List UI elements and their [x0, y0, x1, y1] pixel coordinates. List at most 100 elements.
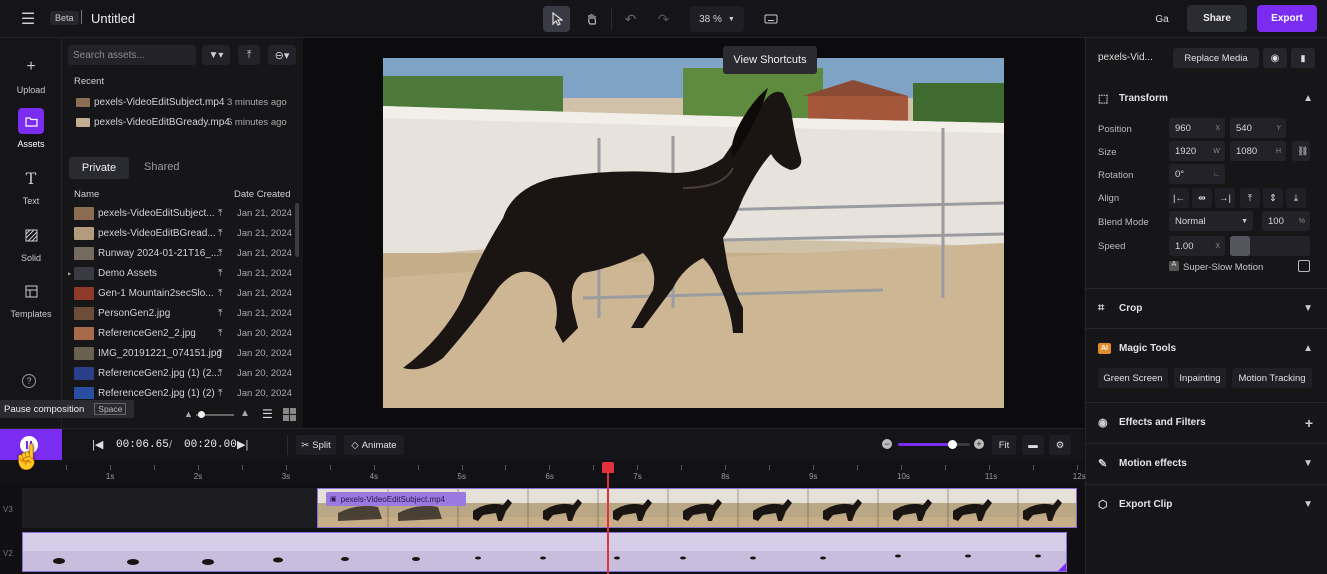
list-item[interactable]: pexels-VideoEditSubject... ⤒ Jan 21, 2024	[68, 203, 296, 223]
clip-background[interactable]	[22, 532, 1067, 572]
list-item[interactable]: ReferenceGen2.jpg (1) (2) ⤒ Jan 20, 2024	[68, 383, 296, 399]
export-clip-section-header[interactable]: ⬡ Export Clip ▼	[1086, 484, 1327, 524]
size-h-field[interactable]: 1080 H	[1230, 141, 1286, 161]
field-value: 540	[1236, 122, 1252, 134]
list-item[interactable]: IMG_20191221_074151.jpg ⤒ Jan 20, 2024	[68, 343, 296, 363]
keyboard-icon[interactable]	[757, 6, 784, 32]
blend-mode-label: Blend Mode	[1098, 217, 1149, 228]
blend-mode-select[interactable]: Normal ▼	[1169, 211, 1253, 231]
list-item[interactable]: Gen-1 Mountain2secSlo... ⤒ Jan 21, 2024	[68, 283, 296, 303]
green-screen-button[interactable]: Green Screen	[1098, 368, 1168, 388]
recent-item[interactable]: pexels-VideoEditBGready.mp4 6 minutes ag…	[76, 112, 306, 132]
redo-icon[interactable]: ↷	[650, 6, 677, 32]
grid-view-icon[interactable]	[283, 408, 296, 421]
rail-text[interactable]: T Text	[0, 165, 62, 207]
position-label: Position	[1098, 124, 1132, 135]
share-button[interactable]: Share	[1187, 5, 1247, 32]
effects-section-header[interactable]: ◉ Effects and Filters +	[1086, 402, 1327, 442]
filter-icon[interactable]: ▼▾	[202, 45, 230, 65]
speed-slider[interactable]	[1230, 236, 1310, 256]
settings-gear-icon[interactable]: ⚙	[1049, 435, 1071, 455]
playhead-handle[interactable]	[602, 462, 614, 473]
align-right-icon[interactable]: →|	[1215, 188, 1235, 208]
recent-item[interactable]: pexels-VideoEditSubject.mp4 3 minutes ag…	[76, 92, 306, 112]
crop-section-header[interactable]: ⌗ Crop ▼	[1086, 288, 1327, 328]
scrollbar[interactable]	[295, 203, 299, 257]
motion-effects-section-header[interactable]: ✎ Motion effects ▼	[1086, 443, 1327, 483]
track-label-v3: V3	[3, 505, 13, 514]
motion-tracking-button[interactable]: Motion Tracking	[1232, 368, 1312, 388]
position-x-field[interactable]: 960 X	[1169, 118, 1225, 138]
playhead[interactable]	[602, 462, 614, 574]
chevron-right-icon[interactable]: ▶	[68, 269, 71, 278]
clip-subject[interactable]: ▣ pexels-VideoEditSubject.mp4	[317, 488, 1077, 528]
avatar[interactable]: Ga	[1150, 7, 1174, 31]
tab-shared[interactable]: Shared	[144, 161, 179, 173]
export-button[interactable]: Export	[1257, 5, 1317, 32]
speed-field[interactable]: 1.00 X	[1169, 236, 1225, 256]
zoom-select[interactable]: 38 % ▼	[690, 6, 744, 32]
skip-back-icon[interactable]: |◀	[92, 438, 103, 451]
list-item[interactable]: ▶ Demo Assets ⤒ Jan 21, 2024	[68, 263, 296, 283]
timeline-zoom-slider[interactable]	[898, 440, 970, 449]
rail-templates[interactable]: Templates	[0, 278, 62, 319]
select-tool-icon[interactable]	[543, 6, 570, 32]
tab-private[interactable]: Private	[69, 157, 129, 179]
magic-tools-section-header[interactable]: AI Magic Tools ▲	[1086, 328, 1327, 368]
rail-upload[interactable]: + Upload	[0, 54, 62, 95]
timeline-ruler[interactable]: 1s 2s 3s 4s 5s 6s 7s 8s 9s 10s 11s 12s	[0, 460, 1086, 486]
animate-button[interactable]: ◇ Animate	[344, 435, 404, 455]
file-name: ReferenceGen2.jpg (1) (2)	[98, 387, 215, 399]
replace-media-button[interactable]: Replace Media	[1173, 48, 1259, 68]
size-w-field[interactable]: 1920 W	[1169, 141, 1225, 161]
list-item[interactable]: pexels-VideoEditBGread... ⤒ Jan 21, 2024	[68, 223, 296, 243]
undo-icon[interactable]: ↶	[617, 6, 644, 32]
rail-solid[interactable]: Solid	[0, 222, 62, 263]
clip-title-tag: ▣ pexels-VideoEditSubject.mp4	[326, 492, 466, 506]
split-button[interactable]: ✂ Split	[296, 435, 336, 455]
opacity-field[interactable]: 100%	[1262, 211, 1310, 231]
small-size-icon: ▲	[184, 409, 193, 419]
fit-button[interactable]: Fit	[992, 435, 1016, 455]
thumb-size-slider[interactable]	[196, 411, 234, 418]
list-item[interactable]: Runway 2024-01-21T16_... ⤒ Jan 21, 2024	[68, 243, 296, 263]
align-center-v-icon[interactable]: ⇕	[1263, 188, 1283, 208]
list-view-icon[interactable]: ☰	[262, 407, 273, 421]
slowmo-checkbox[interactable]	[1298, 260, 1310, 272]
scissors-icon: ✂	[301, 439, 310, 451]
upload-sort-icon[interactable]: ⤒	[238, 45, 260, 65]
lock-icon[interactable]: ▮	[1291, 48, 1315, 68]
help-icon[interactable]: ?	[22, 374, 36, 388]
hand-tool-icon[interactable]	[578, 6, 605, 32]
list-item[interactable]: ReferenceGen2_2.jpg ⤒ Jan 20, 2024	[68, 323, 296, 343]
transform-section-header[interactable]: ⬚ Transform ▲	[1086, 78, 1327, 118]
folder-icon	[74, 266, 94, 280]
rail-assets[interactable]: Assets	[0, 108, 62, 149]
list-item[interactable]: PersonGen2.jpg ⤒ Jan 21, 2024	[68, 303, 296, 323]
slider-handle[interactable]	[948, 440, 957, 449]
zoom-in-icon[interactable]: +	[974, 439, 984, 449]
slider-handle[interactable]	[198, 411, 205, 418]
rotation-field[interactable]: 0° ∟	[1169, 164, 1225, 184]
align-top-icon[interactable]: ⤒	[1240, 188, 1260, 208]
project-title[interactable]: Untitled	[91, 11, 135, 26]
column-header-date[interactable]: Date Created	[234, 189, 291, 200]
position-y-field[interactable]: 540 Y	[1230, 118, 1286, 138]
field-value: 1080	[1236, 145, 1258, 157]
skip-forward-icon[interactable]: ▶|	[237, 438, 248, 451]
aspect-lock-icon[interactable]: ⛓	[1292, 141, 1310, 161]
track-height-icon[interactable]: ▬	[1022, 435, 1044, 455]
zoom-out-icon[interactable]: −	[882, 439, 892, 449]
video-canvas[interactable]	[383, 58, 1004, 408]
menu-icon[interactable]: ☰	[18, 10, 38, 28]
list-item[interactable]: ReferenceGen2.jpg (1) (2... ⤒ Jan 20, 2024	[68, 363, 296, 383]
align-center-h-icon[interactable]: ⇹	[1192, 188, 1212, 208]
column-header-name[interactable]: Name	[74, 189, 99, 200]
inpainting-button[interactable]: Inpainting	[1174, 368, 1226, 388]
file-list: pexels-VideoEditSubject... ⤒ Jan 21, 2024 p…	[68, 203, 296, 399]
eye-icon[interactable]: ◉	[1263, 48, 1287, 68]
align-left-icon[interactable]: |←	[1169, 188, 1189, 208]
more-options-icon[interactable]: ⊖▾	[268, 45, 296, 65]
search-input[interactable]: Search assets...	[68, 45, 196, 65]
align-bottom-icon[interactable]: ⤓	[1286, 188, 1306, 208]
